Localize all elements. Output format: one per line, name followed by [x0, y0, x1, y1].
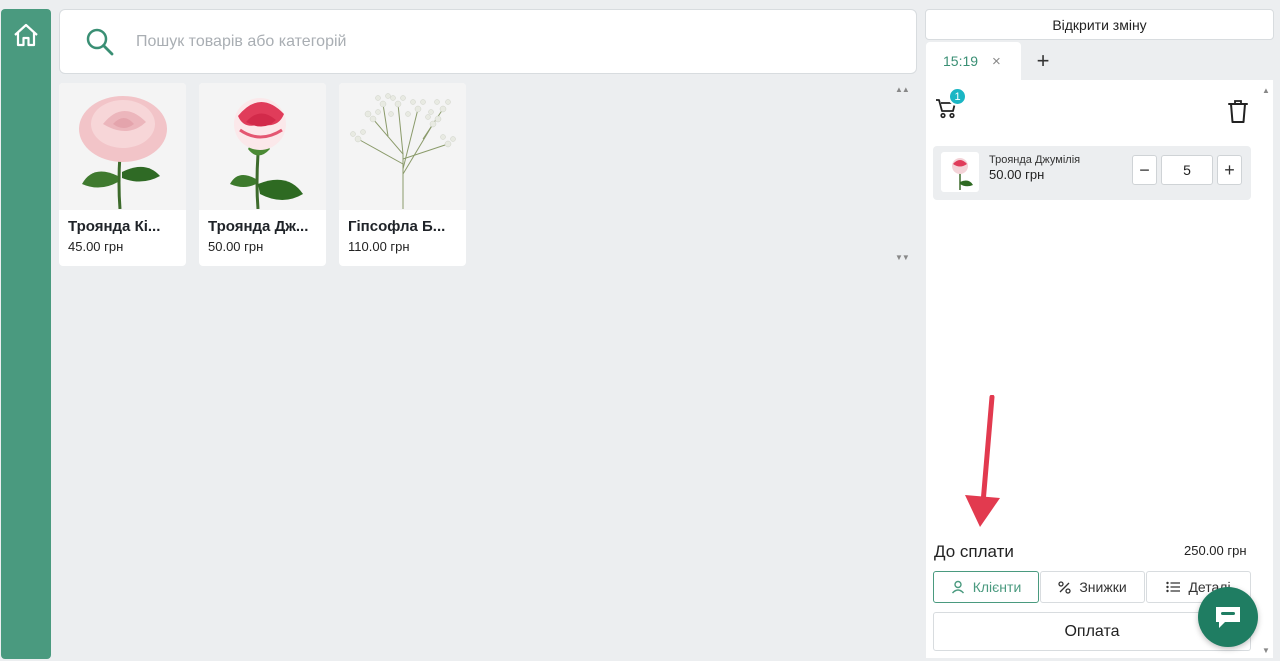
product-price: 110.00 грн — [348, 239, 410, 254]
quantity-increase-button[interactable]: + — [1217, 155, 1242, 185]
product-name: Троянда Кі... — [68, 218, 161, 235]
discounts-label: Знижки — [1079, 579, 1127, 595]
search-input[interactable] — [136, 32, 836, 51]
sidebar — [1, 9, 51, 659]
product-price: 45.00 грн — [68, 239, 124, 254]
cart-line-item: Троянда Джумілія 50.00 грн − + — [933, 146, 1251, 200]
user-icon — [951, 580, 964, 594]
tab-label: 15:19 — [943, 53, 979, 69]
chat-icon — [1216, 607, 1240, 628]
percent-icon — [1058, 580, 1071, 594]
product-card[interactable]: Троянда Кі... 45.00 грн — [59, 83, 186, 266]
product-price: 50.00 грн — [208, 239, 264, 254]
scroll-down-icon[interactable]: ▼ — [1262, 646, 1270, 655]
grid-scrollbar[interactable]: ▲▲ ▼▼ — [893, 83, 917, 266]
line-item-price: 50.00 грн — [989, 167, 1045, 182]
tab-order[interactable]: 15:19 × — [926, 42, 1021, 80]
clients-label: Клієнти — [972, 579, 1022, 595]
scroll-up-icon[interactable]: ▲▲ — [895, 85, 910, 94]
close-icon[interactable]: × — [992, 53, 1001, 70]
add-tab-button[interactable]: + — [1030, 47, 1056, 75]
search-bar — [59, 9, 917, 74]
clients-button[interactable]: Клієнти — [933, 571, 1039, 603]
line-item-thumbnail — [941, 152, 979, 192]
total-value: 250.00 грн — [1184, 543, 1247, 558]
product-image — [59, 83, 186, 210]
line-item-name: Троянда Джумілія — [989, 154, 1081, 166]
scroll-down-icon[interactable]: ▼▼ — [895, 253, 910, 262]
product-name: Троянда Дж... — [208, 218, 309, 235]
trash-icon[interactable] — [1227, 99, 1249, 124]
chat-button[interactable] — [1198, 587, 1258, 647]
product-card[interactable]: Гіпсофла Б... 110.00 грн — [339, 83, 466, 266]
product-grid: Троянда Кі... 45.00 грн Троянда Дж... 50… — [59, 83, 466, 266]
product-card[interactable]: Троянда Дж... 50.00 грн — [199, 83, 326, 266]
quantity-input[interactable] — [1161, 155, 1213, 185]
search-icon — [84, 26, 116, 58]
product-image — [339, 83, 466, 210]
scroll-up-icon[interactable]: ▲ — [1262, 86, 1270, 95]
cart-count-badge: 1 — [948, 87, 967, 106]
open-shift-button[interactable]: Відкрити зміну — [925, 9, 1274, 40]
home-icon[interactable] — [11, 21, 41, 49]
product-name: Гіпсофла Б... — [348, 218, 446, 235]
discounts-button[interactable]: Знижки — [1040, 571, 1145, 603]
cart-scrollbar[interactable]: ▲ ▼ — [1259, 80, 1273, 658]
quantity-decrease-button[interactable]: − — [1132, 155, 1157, 185]
total-label: До сплати — [934, 542, 1014, 561]
list-icon — [1166, 581, 1181, 593]
product-image — [199, 83, 326, 210]
annotation-arrow-icon — [965, 395, 1000, 527]
